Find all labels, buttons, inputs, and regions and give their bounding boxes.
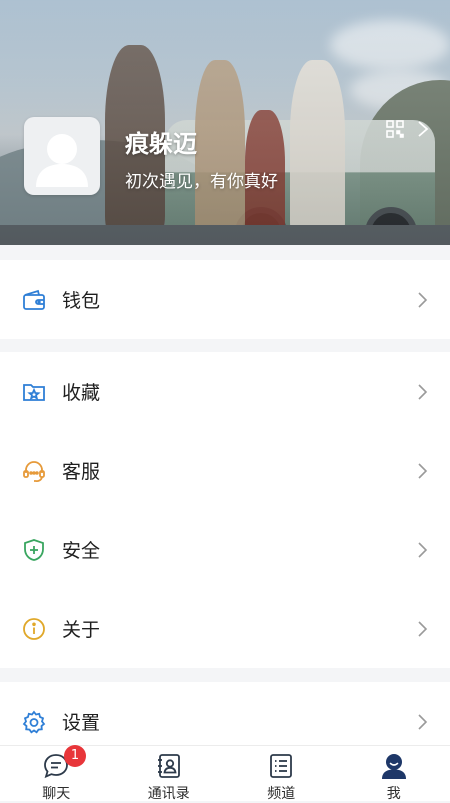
menu-item-support[interactable]: 客服 <box>0 431 450 510</box>
menu-label: 客服 <box>62 457 100 484</box>
tab-chat[interactable]: 1 聊天 <box>0 746 113 801</box>
chevron-right-icon <box>417 462 428 480</box>
menu-label: 安全 <box>62 536 100 563</box>
tab-label: 通讯录 <box>148 783 190 803</box>
tab-label: 我 <box>387 783 401 803</box>
menu-label: 钱包 <box>62 286 100 313</box>
user-bio: 初次遇见，有你真好 <box>125 167 278 192</box>
qr-code-icon[interactable] <box>386 120 404 138</box>
chevron-right-icon <box>417 541 428 559</box>
shield-icon <box>22 538 46 562</box>
chevron-right-icon <box>417 713 428 731</box>
user-profile-icon <box>380 752 408 780</box>
tab-contacts[interactable]: 通讯录 <box>113 746 226 801</box>
menu-item-about[interactable]: 关于 <box>0 589 450 668</box>
contacts-book-icon <box>155 752 183 780</box>
list-icon <box>267 752 295 780</box>
chevron-right-icon <box>417 620 428 638</box>
tab-channels[interactable]: 频道 <box>225 746 338 801</box>
menu-label: 关于 <box>62 615 100 642</box>
menu-label: 设置 <box>62 708 100 735</box>
info-icon <box>22 617 46 641</box>
chevron-right-icon[interactable] <box>416 120 430 138</box>
username: 痕躲迈 <box>125 124 197 159</box>
tab-label: 聊天 <box>42 783 70 803</box>
chevron-right-icon <box>417 291 428 309</box>
wallet-icon <box>22 288 46 312</box>
avatar[interactable] <box>24 117 100 195</box>
menu-item-wallet[interactable]: 钱包 <box>0 260 450 339</box>
unread-badge: 1 <box>64 745 86 767</box>
menu-label: 收藏 <box>62 378 100 405</box>
menu-item-security[interactable]: 安全 <box>0 510 450 589</box>
favorites-folder-icon <box>22 380 46 404</box>
tab-label: 频道 <box>267 783 295 803</box>
bottom-tab-bar: 1 聊天 通讯录 频道 <box>0 745 450 801</box>
headset-icon <box>22 459 46 483</box>
menu-item-favorites[interactable]: 收藏 <box>0 352 450 431</box>
menu-group-main: 收藏 客服 安全 <box>0 352 450 668</box>
menu-group-wallet: 钱包 <box>0 260 450 339</box>
gear-icon <box>22 710 46 734</box>
chevron-right-icon <box>417 383 428 401</box>
tab-me[interactable]: 我 <box>338 746 450 801</box>
